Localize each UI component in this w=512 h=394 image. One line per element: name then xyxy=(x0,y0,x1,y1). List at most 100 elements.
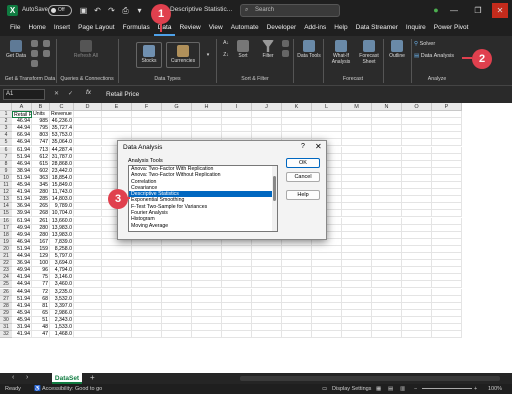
empty-cell[interactable] xyxy=(192,118,222,126)
empty-cell[interactable] xyxy=(132,132,162,140)
empty-cell[interactable] xyxy=(342,189,372,197)
empty-cell[interactable] xyxy=(282,132,312,140)
data-cell[interactable]: 985 xyxy=(32,118,50,126)
empty-cell[interactable] xyxy=(192,111,222,118)
tab-insert[interactable]: Insert xyxy=(50,22,74,36)
empty-cell[interactable] xyxy=(372,153,402,161)
empty-cell[interactable] xyxy=(402,182,432,189)
empty-cell[interactable] xyxy=(402,231,432,239)
empty-cell[interactable] xyxy=(372,132,402,140)
empty-cell[interactable] xyxy=(222,288,252,296)
data-cell[interactable]: 51 xyxy=(32,316,50,324)
empty-cell[interactable] xyxy=(432,174,462,182)
empty-cell[interactable] xyxy=(102,245,132,253)
data-cell[interactable]: 46.94 xyxy=(12,118,32,126)
empty-cell[interactable] xyxy=(282,253,312,260)
empty-cell[interactable] xyxy=(432,203,462,211)
sort-az-button[interactable]: A↓ xyxy=(220,40,232,46)
data-cell[interactable]: 44,287.4 xyxy=(50,146,74,154)
empty-cell[interactable] xyxy=(74,238,102,246)
empty-cell[interactable] xyxy=(192,132,222,140)
sort-button[interactable]: Sort xyxy=(234,40,252,59)
empty-cell[interactable] xyxy=(282,324,312,331)
data-types-expand[interactable]: ▾ xyxy=(204,52,212,58)
data-cell[interactable]: 612 xyxy=(32,153,50,161)
column-header[interactable]: J xyxy=(252,103,282,111)
empty-cell[interactable] xyxy=(74,288,102,296)
empty-cell[interactable] xyxy=(342,316,372,324)
empty-cell[interactable] xyxy=(102,309,132,317)
empty-cell[interactable] xyxy=(162,309,192,317)
empty-cell[interactable] xyxy=(402,224,432,232)
empty-cell[interactable] xyxy=(432,267,462,275)
empty-cell[interactable] xyxy=(402,267,432,275)
empty-cell[interactable] xyxy=(312,331,342,339)
data-cell[interactable]: 713 xyxy=(32,146,50,154)
empty-cell[interactable] xyxy=(282,281,312,289)
empty-cell[interactable] xyxy=(192,281,222,289)
empty-cell[interactable] xyxy=(74,309,102,317)
row-header[interactable]: 10 xyxy=(0,174,12,182)
empty-cell[interactable] xyxy=(192,316,222,324)
row-header[interactable]: 12 xyxy=(0,189,12,197)
empty-cell[interactable] xyxy=(312,245,342,253)
column-header[interactable]: O xyxy=(402,103,432,111)
empty-cell[interactable] xyxy=(74,125,102,133)
empty-cell[interactable] xyxy=(74,324,102,331)
empty-cell[interactable] xyxy=(342,253,372,260)
header-cell[interactable]: Units xyxy=(32,111,50,118)
empty-cell[interactable] xyxy=(192,267,222,275)
empty-cell[interactable] xyxy=(252,132,282,140)
data-cell[interactable]: 9,789.0 xyxy=(50,203,74,211)
data-cell[interactable]: 31.94 xyxy=(12,324,32,331)
empty-cell[interactable] xyxy=(74,118,102,126)
empty-cell[interactable] xyxy=(282,309,312,317)
empty-cell[interactable] xyxy=(312,274,342,282)
empty-cell[interactable] xyxy=(372,302,402,310)
help-button[interactable]: Help xyxy=(286,190,320,200)
column-header[interactable]: I xyxy=(222,103,252,111)
empty-cell[interactable] xyxy=(252,288,282,296)
solver-button[interactable]: ⚲ Solver xyxy=(414,41,435,47)
analysis-tool-item[interactable]: Moving Average xyxy=(129,223,277,229)
empty-cell[interactable] xyxy=(432,253,462,260)
empty-cell[interactable] xyxy=(432,111,462,118)
empty-cell[interactable] xyxy=(74,111,102,118)
empty-cell[interactable] xyxy=(222,302,252,310)
empty-cell[interactable] xyxy=(222,324,252,331)
data-tools-button[interactable]: Data Tools xyxy=(296,40,322,59)
empty-cell[interactable] xyxy=(342,231,372,239)
empty-cell[interactable] xyxy=(222,267,252,275)
empty-cell[interactable] xyxy=(402,132,432,140)
empty-cell[interactable] xyxy=(102,253,132,260)
empty-cell[interactable] xyxy=(162,295,192,303)
tab-view[interactable]: View xyxy=(205,22,227,36)
empty-cell[interactable] xyxy=(342,302,372,310)
column-header[interactable]: M xyxy=(342,103,372,111)
empty-cell[interactable] xyxy=(102,281,132,289)
page-break-view-icon[interactable]: ▥ xyxy=(400,384,405,394)
empty-cell[interactable] xyxy=(372,174,402,182)
tab-review[interactable]: Review xyxy=(175,22,204,36)
empty-cell[interactable] xyxy=(74,260,102,268)
scrollbar-thumb[interactable] xyxy=(273,176,276,201)
header-cell[interactable]: Retail Price xyxy=(12,111,32,118)
data-cell[interactable]: 38.94 xyxy=(12,167,32,175)
currencies-button[interactable]: Currencies xyxy=(166,42,200,68)
column-header[interactable]: C xyxy=(50,103,74,111)
empty-cell[interactable] xyxy=(342,118,372,126)
empty-cell[interactable] xyxy=(132,260,162,268)
row-header[interactable]: 29 xyxy=(0,309,12,317)
empty-cell[interactable] xyxy=(222,295,252,303)
close-icon[interactable]: ✕ xyxy=(492,3,508,18)
empty-cell[interactable] xyxy=(74,231,102,239)
from-web-button[interactable] xyxy=(28,50,40,58)
empty-cell[interactable] xyxy=(432,295,462,303)
empty-cell[interactable] xyxy=(222,245,252,253)
from-text-button[interactable] xyxy=(28,40,40,48)
data-cell[interactable]: 46.94 xyxy=(12,238,32,246)
empty-cell[interactable] xyxy=(192,260,222,268)
data-cell[interactable]: 45.94 xyxy=(12,309,32,317)
empty-cell[interactable] xyxy=(312,125,342,133)
empty-cell[interactable] xyxy=(162,331,192,339)
